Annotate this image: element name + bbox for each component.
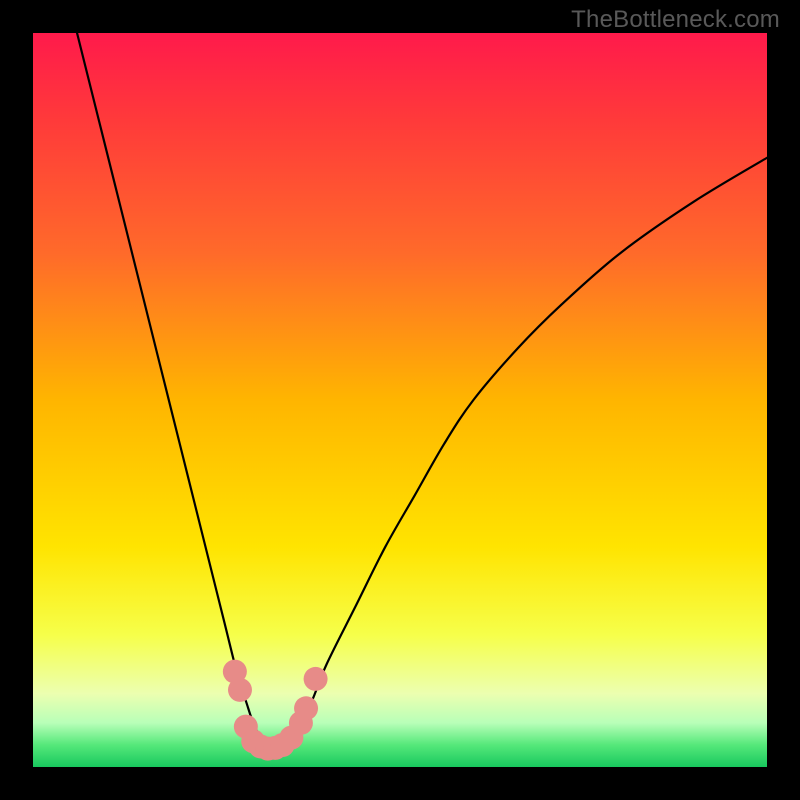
- marker-dot: [294, 696, 318, 720]
- chart-frame: TheBottleneck.com: [0, 0, 800, 800]
- plot-svg: [33, 33, 767, 767]
- plot-area: [33, 33, 767, 767]
- marker-dot: [228, 678, 252, 702]
- watermark-text: TheBottleneck.com: [571, 6, 780, 34]
- gradient-background: [33, 33, 767, 767]
- marker-dot: [304, 667, 328, 691]
